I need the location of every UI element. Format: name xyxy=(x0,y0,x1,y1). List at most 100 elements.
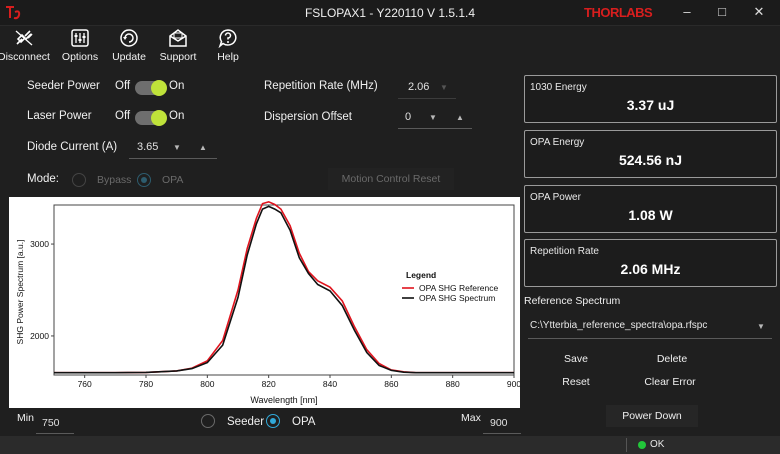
laser-on-label: On xyxy=(169,110,185,122)
readout-opa-energy: OPA Energy 524.56 nJ xyxy=(524,130,777,178)
mode-label: Mode: xyxy=(27,173,59,185)
delete-button[interactable]: Delete xyxy=(626,350,718,368)
window-title: FSLOPAX1 - Y220110 V 1.5.1.4 xyxy=(304,6,476,20)
readout-title: Repetition Rate xyxy=(530,246,599,257)
diode-current-decrement[interactable]: ▼ xyxy=(173,143,181,152)
clear-error-button[interactable]: Clear Error xyxy=(622,373,718,391)
repetition-rate-value[interactable]: 2.06 xyxy=(408,81,429,93)
status-text: OK xyxy=(650,439,665,450)
reference-dropdown-icon[interactable]: ▼ xyxy=(757,322,765,331)
y-tick-label: 3000 xyxy=(30,239,49,249)
status-divider xyxy=(626,438,627,452)
toolbar-label: Disconnect xyxy=(0,51,50,63)
x-tick-label: 800 xyxy=(200,379,214,389)
min-input[interactable]: 750 xyxy=(42,417,60,429)
readout-opa-power: OPA Power 1.08 W xyxy=(524,185,777,233)
readout-1030-energy: 1030 Energy 3.37 uJ xyxy=(524,75,777,123)
dispersion-offset-value[interactable]: 0 xyxy=(405,111,411,123)
toolbar-label: Update xyxy=(112,51,146,63)
diode-current-value[interactable]: 3.65 xyxy=(137,141,158,153)
minimize-button[interactable]: – xyxy=(676,3,698,21)
legend-entry-spectrum: OPA SHG Spectrum xyxy=(419,293,495,303)
diode-current-increment[interactable]: ▲ xyxy=(199,143,207,152)
readout-value: 2.06 MHz xyxy=(620,261,681,277)
divider xyxy=(398,98,456,99)
divider xyxy=(483,433,521,434)
display-seeder-label: Seeder xyxy=(227,416,265,428)
readout-value: 524.56 nJ xyxy=(618,152,683,168)
toolbar-label: Support xyxy=(159,51,197,63)
seeder-power-toggle[interactable] xyxy=(135,80,167,96)
y-axis-label: SHG Power Spectrum [a.u.] xyxy=(15,240,25,345)
seeder-power-label: Seeder Power xyxy=(27,80,100,92)
update-button[interactable]: Update xyxy=(103,27,155,67)
mode-opa-label: OPA xyxy=(162,174,184,186)
help-button[interactable]: Help xyxy=(202,27,254,67)
x-tick-label: 780 xyxy=(139,379,153,389)
repetition-rate-label: Repetition Rate (MHz) xyxy=(264,80,378,92)
legend-entry-reference: OPA SHG Reference xyxy=(419,283,498,293)
toolbar-label: Options xyxy=(61,51,99,63)
mode-bypass-radio[interactable] xyxy=(72,173,86,187)
x-tick-label: 820 xyxy=(262,379,276,389)
motion-control-reset-button[interactable]: Motion Control Reset xyxy=(328,168,454,190)
max-label: Max xyxy=(461,412,481,424)
maximize-button[interactable]: □ xyxy=(711,3,733,21)
x-tick-label: 840 xyxy=(323,379,337,389)
dispersion-offset-increment[interactable]: ▲ xyxy=(456,113,464,122)
y-tick-label: 2000 xyxy=(30,331,49,341)
laser-off-label: Off xyxy=(115,110,131,122)
x-tick-label: 860 xyxy=(384,379,398,389)
display-opa-label: OPA xyxy=(292,416,316,428)
readout-value: 1.08 W xyxy=(628,207,673,223)
disconnect-icon xyxy=(15,30,33,46)
seeder-on-label: On xyxy=(169,80,185,92)
seeder-off-label: Off xyxy=(115,80,131,92)
repetition-rate-dropdown-icon[interactable]: ▼ xyxy=(440,83,448,92)
legend-title: Legend xyxy=(406,270,436,280)
disconnect-button[interactable]: Disconnect xyxy=(0,27,50,67)
min-label: Min xyxy=(17,412,34,424)
reset-button[interactable]: Reset xyxy=(530,373,622,391)
readout-repetition-rate: Repetition Rate 2.06 MHz xyxy=(524,239,777,287)
spectrum-chart-svg: SHG Power Spectrum [a.u.] Wavelength [nm… xyxy=(9,197,520,408)
x-tick-label: 760 xyxy=(78,379,92,389)
display-seeder-radio[interactable] xyxy=(201,414,215,428)
max-input[interactable]: 900 xyxy=(490,417,508,429)
toggle-knob xyxy=(151,110,167,126)
toggle-knob xyxy=(151,80,167,96)
x-tick-label: 880 xyxy=(446,379,460,389)
readout-title: 1030 Energy xyxy=(530,82,587,93)
sliders-icon xyxy=(71,29,89,47)
refresh-icon xyxy=(120,29,138,47)
thorlabs-logo: THORLABS xyxy=(584,5,653,20)
readout-title: OPA Power xyxy=(530,192,581,203)
reference-spectrum-select[interactable]: C:\Ytterbia_reference_spectra\opa.rfspc xyxy=(530,320,707,331)
save-button[interactable]: Save xyxy=(530,350,622,368)
reference-spectrum-label: Reference Spectrum xyxy=(524,295,621,307)
support-button[interactable]: Support xyxy=(152,27,204,67)
power-down-button[interactable]: Power Down xyxy=(606,405,698,427)
help-icon xyxy=(218,29,237,48)
divider xyxy=(398,128,472,129)
divider xyxy=(129,158,217,159)
x-tick-label: 900 xyxy=(507,379,520,389)
status-ok-icon xyxy=(638,441,646,449)
options-button[interactable]: Options xyxy=(54,27,106,67)
divider xyxy=(36,433,74,434)
toolbar-label: Help xyxy=(217,51,239,63)
laser-power-toggle[interactable] xyxy=(135,110,167,126)
divider xyxy=(528,338,772,339)
dispersion-offset-label: Dispersion Offset xyxy=(264,111,352,123)
mode-bypass-label: Bypass xyxy=(97,174,132,186)
mail-icon xyxy=(169,29,187,47)
spectrum-chart: SHG Power Spectrum [a.u.] Wavelength [nm… xyxy=(9,197,520,408)
diode-current-label: Diode Current (A) xyxy=(27,141,118,153)
laser-power-label: Laser Power xyxy=(27,110,92,122)
readout-title: OPA Energy xyxy=(530,137,585,148)
display-opa-radio[interactable] xyxy=(266,414,280,428)
dispersion-offset-decrement[interactable]: ▼ xyxy=(429,113,437,122)
mode-opa-radio[interactable] xyxy=(137,173,151,187)
readout-value: 3.37 uJ xyxy=(626,97,675,113)
close-button[interactable]: ✕ xyxy=(748,3,770,21)
